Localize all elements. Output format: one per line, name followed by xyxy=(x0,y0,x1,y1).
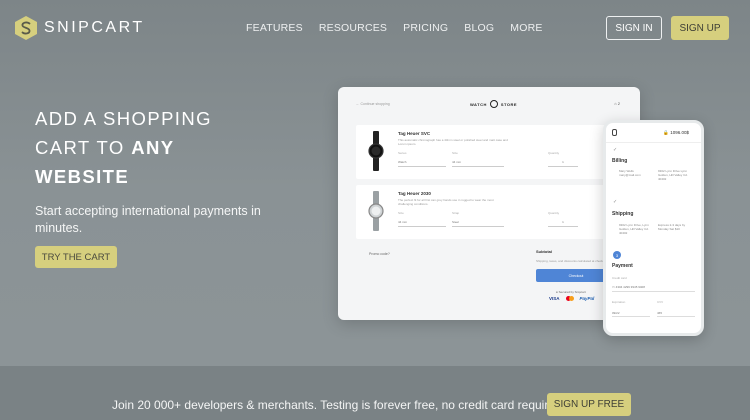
card-label: Credit card xyxy=(612,276,627,280)
site-header: SNIPCART FEATURES RESOURCES PRICING BLOG… xyxy=(0,0,750,56)
subtotal-label: Subtotal xyxy=(536,249,552,254)
checkmark-icon: ✓ xyxy=(613,199,618,205)
sign-up-free-button[interactable]: SIGN UP FREE xyxy=(547,393,631,416)
payment-step-badge: 3 xyxy=(613,251,621,259)
snipcart-logo[interactable]: SNIPCART xyxy=(14,15,145,41)
expiration-label: Expiration xyxy=(612,300,626,304)
nav-resources[interactable]: RESOURCES xyxy=(319,22,387,34)
try-the-cart-button[interactable]: TRY THE CART xyxy=(35,246,117,268)
billing-heading: Billing xyxy=(612,158,628,164)
sign-in-button[interactable]: SIGN IN xyxy=(606,16,662,40)
mobile-checkout-mockup: 🔒 1096.00$ ✓ Billing Mary Wells mary@mai… xyxy=(603,120,704,336)
nav-blog[interactable]: BLOG xyxy=(464,22,494,34)
mastercard-icon xyxy=(565,296,574,301)
item-label: Quantity xyxy=(548,211,560,215)
store-logo-icon xyxy=(489,100,498,108)
paypal-icon: PayPal xyxy=(579,296,595,301)
series-select: Watch xyxy=(398,157,446,167)
payment-heading: Payment xyxy=(612,263,633,269)
shipping-address: 9302 Lynn Drive, Lynn Golden, Hill Valle… xyxy=(619,223,649,235)
continue-shopping-link: ← Continue shopping xyxy=(356,102,390,106)
logo-text: SNIPCART xyxy=(44,19,145,36)
desktop-cart-mockup: ← Continue shopping WATCH STORE ⌂ 2 Tag H… xyxy=(338,87,640,320)
sign-up-button[interactable]: SIGN UP xyxy=(671,16,729,40)
item-label: Size xyxy=(398,211,404,215)
expiration-field: 09/22 xyxy=(612,308,650,317)
shipping-heading: Shipping xyxy=(612,211,634,217)
item-label: Series xyxy=(398,151,407,155)
nav-features[interactable]: FEATURES xyxy=(246,22,303,34)
item-label: Quantity xyxy=(548,151,560,155)
hero-subtitle: Start accepting international payments i… xyxy=(35,204,261,235)
billing-name: Mary Wells mary@mail.com xyxy=(619,169,641,177)
nav-more[interactable]: MORE xyxy=(510,22,542,34)
black-watch-image xyxy=(368,131,384,171)
secured-by-text: ● Secured by Snipcart xyxy=(556,290,586,294)
promo-code-link: Promo code? xyxy=(369,252,390,256)
size-select: 44 mm xyxy=(452,157,504,167)
card-number-field: ▭ 4304 4299 3945 9408 xyxy=(612,282,695,292)
main-nav: FEATURES RESOURCES PRICING BLOG MORE xyxy=(246,22,543,34)
hero-title-bold-any: ANY xyxy=(131,137,175,158)
visa-icon: VISA xyxy=(549,296,560,301)
payment-icons: VISA PayPal xyxy=(549,296,594,301)
silver-watch-image xyxy=(368,191,384,231)
nav-pricing[interactable]: PRICING xyxy=(403,22,448,34)
hero-title-bold-website: WEBSITE xyxy=(35,166,130,187)
hero-title: ADD A SHOPPING CART TO ANY WEBSITE xyxy=(35,104,265,191)
quantity-stepper: 1 xyxy=(548,217,578,227)
billing-address: 9302 Lynn Drive Lynn Golden, Hill Valley… xyxy=(658,169,688,181)
item-description: The perfect fit for all first can grey h… xyxy=(398,198,494,206)
mockup-header: ← Continue shopping WATCH STORE ⌂ 2 xyxy=(338,87,640,123)
hero-title-text: ADD A SHOPPING CART TO xyxy=(35,108,212,158)
quantity-stepper: 1 xyxy=(548,157,578,167)
shipping-method: Express 2-3 days by Monday Sat $10 xyxy=(658,223,686,231)
signup-band-text: Join 20 000+ developers & merchants. Tes… xyxy=(112,398,566,412)
item-description: This automatic chronograph has a 43mm st… xyxy=(398,138,508,146)
checkmark-icon: ✓ xyxy=(613,147,618,153)
store-logo: WATCH STORE xyxy=(470,100,517,108)
cart-count: ⌂ 2 xyxy=(614,101,620,106)
cart-item: Tag Heuer SVC This automatic chronograph… xyxy=(356,125,622,179)
store-name-store: STORE xyxy=(500,101,518,107)
phone-store-logo-icon xyxy=(612,129,617,136)
strap-select: Steel xyxy=(452,217,504,227)
snipcart-hexagon-icon xyxy=(15,16,37,40)
phone-total: 🔒 1096.00$ xyxy=(663,130,689,135)
cart-item: Tag Heuer 2030 The perfect fit for all f… xyxy=(356,185,622,239)
item-title: Tag Heuer 2030 xyxy=(398,191,431,196)
item-label: Size xyxy=(452,151,458,155)
size-select: 44 mm xyxy=(398,217,446,227)
item-title: Tag Heuer SVC xyxy=(398,131,431,136)
store-name-watch: WATCH xyxy=(470,101,487,107)
cvv-field: 465 xyxy=(657,308,695,317)
item-label: Strap xyxy=(452,211,460,215)
phone-header: 🔒 1096.00$ xyxy=(606,123,701,143)
cvv-label: CVV xyxy=(657,300,664,304)
